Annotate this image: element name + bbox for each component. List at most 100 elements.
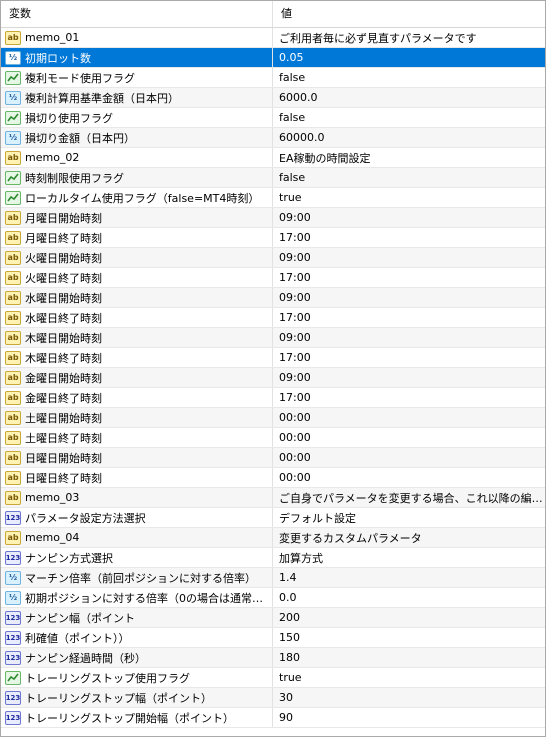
parameter-name-cell[interactable]: 複利モード使用フラグ: [1, 68, 273, 87]
parameter-value-cell[interactable]: 90: [273, 708, 545, 727]
parameter-row[interactable]: ab 金曜日終了時刻 17:00: [1, 388, 545, 408]
parameter-name-cell[interactable]: ab 火曜日終了時刻: [1, 268, 273, 287]
parameter-value[interactable]: 17:00: [279, 311, 311, 324]
parameter-row[interactable]: ab memo_04 変更するカスタムパラメータ: [1, 528, 545, 548]
parameter-name-cell[interactable]: ½ 初期ロット数: [1, 48, 273, 67]
parameter-value-cell[interactable]: 00:00: [273, 448, 545, 467]
parameter-name-cell[interactable]: ab 土曜日終了時刻: [1, 428, 273, 447]
parameter-row[interactable]: ½ 初期ロット数 0.05: [1, 48, 545, 68]
parameter-value[interactable]: true: [279, 671, 302, 684]
parameter-value-cell[interactable]: 00:00: [273, 408, 545, 427]
parameter-value-cell[interactable]: 17:00: [273, 348, 545, 367]
parameter-name-cell[interactable]: ab memo_04: [1, 528, 273, 547]
parameter-value[interactable]: 加算方式: [279, 550, 323, 566]
parameter-value-cell[interactable]: 17:00: [273, 268, 545, 287]
parameter-value[interactable]: 00:00: [279, 451, 311, 464]
parameter-value[interactable]: 17:00: [279, 351, 311, 364]
parameter-row[interactable]: ab 日曜日開始時刻 00:00: [1, 448, 545, 468]
parameter-name-cell[interactable]: ½ マーチン倍率（前回ポジションに対する倍率）: [1, 568, 273, 587]
parameter-row[interactable]: ½ 複利計算用基準金額（日本円） 6000.0: [1, 88, 545, 108]
parameter-row[interactable]: 複利モード使用フラグ false: [1, 68, 545, 88]
parameter-value[interactable]: 17:00: [279, 391, 311, 404]
parameter-name-cell[interactable]: ab 木曜日終了時刻: [1, 348, 273, 367]
parameter-row[interactable]: 123 ナンピン方式選択 加算方式: [1, 548, 545, 568]
parameter-row[interactable]: ab 土曜日終了時刻 00:00: [1, 428, 545, 448]
parameter-value[interactable]: false: [279, 111, 305, 124]
parameter-value[interactable]: 90: [279, 711, 293, 724]
parameter-row[interactable]: ab memo_01 ご利用者毎に必ず見直すパラメータです: [1, 28, 545, 48]
parameter-value-cell[interactable]: 180: [273, 648, 545, 667]
parameter-value-cell[interactable]: 09:00: [273, 208, 545, 227]
parameter-value[interactable]: ご利用者毎に必ず見直すパラメータです: [279, 30, 477, 46]
parameter-value[interactable]: 変更するカスタムパラメータ: [279, 530, 422, 546]
parameter-name-cell[interactable]: ab memo_03: [1, 488, 273, 507]
parameter-value-cell[interactable]: 17:00: [273, 308, 545, 327]
parameter-value[interactable]: 00:00: [279, 471, 311, 484]
parameter-value-cell[interactable]: 09:00: [273, 368, 545, 387]
parameter-name-cell[interactable]: ab 土曜日開始時刻: [1, 408, 273, 427]
parameter-name-cell[interactable]: ab memo_01: [1, 28, 273, 47]
parameter-row[interactable]: 123 ナンピン経過時間（秒） 180: [1, 648, 545, 668]
parameter-value[interactable]: 09:00: [279, 331, 311, 344]
parameter-value-cell[interactable]: 00:00: [273, 428, 545, 447]
parameter-value-cell[interactable]: 30: [273, 688, 545, 707]
parameter-row[interactable]: トレーリングストップ使用フラグ true: [1, 668, 545, 688]
parameter-name-cell[interactable]: ab 水曜日開始時刻: [1, 288, 273, 307]
parameter-value[interactable]: 60000.0: [279, 131, 325, 144]
parameter-name-cell[interactable]: 時刻制限使用フラグ: [1, 168, 273, 187]
parameter-row[interactable]: ab memo_03 ご自身でパラメータを変更する場合、これ以降の編集を...: [1, 488, 545, 508]
parameter-value-cell[interactable]: 0.0: [273, 588, 545, 607]
parameter-row[interactable]: ab 月曜日開始時刻 09:00: [1, 208, 545, 228]
parameter-name-cell[interactable]: 123 トレーリングストップ開始幅（ポイント）: [1, 708, 273, 727]
parameter-value[interactable]: true: [279, 191, 302, 204]
parameter-name-cell[interactable]: 123 トレーリングストップ幅（ポイント）: [1, 688, 273, 707]
parameter-name-cell[interactable]: ½ 損切り金額（日本円）: [1, 128, 273, 147]
parameter-name-cell[interactable]: ab 水曜日終了時刻: [1, 308, 273, 327]
parameter-value[interactable]: 1.4: [279, 571, 297, 584]
parameter-value-cell[interactable]: false: [273, 168, 545, 187]
parameter-value-cell[interactable]: true: [273, 188, 545, 207]
column-header-value[interactable]: 値: [273, 1, 545, 27]
parameter-value-cell[interactable]: ご自身でパラメータを変更する場合、これ以降の編集を...: [273, 488, 545, 507]
parameter-value[interactable]: 30: [279, 691, 293, 704]
parameter-row[interactable]: 123 ナンピン幅（ポイント 200: [1, 608, 545, 628]
parameter-name-cell[interactable]: ab 金曜日開始時刻: [1, 368, 273, 387]
parameter-row[interactable]: ab 木曜日開始時刻 09:00: [1, 328, 545, 348]
parameter-name-cell[interactable]: 123 ナンピン方式選択: [1, 548, 273, 567]
parameter-value[interactable]: 0.05: [279, 51, 304, 64]
parameter-name-cell[interactable]: ½ 初期ポジションに対する倍率（0の場合は通常の･..: [1, 588, 273, 607]
parameter-value[interactable]: 180: [279, 651, 300, 664]
parameter-row[interactable]: ab 木曜日終了時刻 17:00: [1, 348, 545, 368]
parameter-value-cell[interactable]: 1.4: [273, 568, 545, 587]
parameter-name-cell[interactable]: ローカルタイム使用フラグ（false=MT4時刻）: [1, 188, 273, 207]
parameter-value[interactable]: false: [279, 171, 305, 184]
parameter-value[interactable]: 09:00: [279, 211, 311, 224]
parameter-value-cell[interactable]: 0.05: [273, 48, 545, 67]
parameter-name-cell[interactable]: ab 火曜日開始時刻: [1, 248, 273, 267]
parameter-value[interactable]: 17:00: [279, 271, 311, 284]
parameter-row[interactable]: 時刻制限使用フラグ false: [1, 168, 545, 188]
parameter-name-cell[interactable]: ab 木曜日開始時刻: [1, 328, 273, 347]
parameter-row[interactable]: ab 水曜日終了時刻 17:00: [1, 308, 545, 328]
parameter-row[interactable]: 123 利確値（ポイント）） 150: [1, 628, 545, 648]
parameter-value-cell[interactable]: 150: [273, 628, 545, 647]
parameter-value-cell[interactable]: 変更するカスタムパラメータ: [273, 528, 545, 547]
parameter-value[interactable]: 0.0: [279, 591, 297, 604]
parameter-value-cell[interactable]: デフォルト設定: [273, 508, 545, 527]
parameter-row[interactable]: ローカルタイム使用フラグ（false=MT4時刻） true: [1, 188, 545, 208]
parameter-row[interactable]: 123 パラメータ設定方法選択 デフォルト設定: [1, 508, 545, 528]
column-header-variable[interactable]: 変数: [1, 1, 273, 27]
parameter-row[interactable]: ab 日曜日終了時刻 00:00: [1, 468, 545, 488]
parameter-value-cell[interactable]: false: [273, 108, 545, 127]
parameter-value-cell[interactable]: 09:00: [273, 288, 545, 307]
parameter-value[interactable]: 09:00: [279, 251, 311, 264]
parameter-row[interactable]: ab 火曜日終了時刻 17:00: [1, 268, 545, 288]
parameter-value[interactable]: 17:00: [279, 231, 311, 244]
parameter-name-cell[interactable]: ab memo_02: [1, 148, 273, 167]
parameter-name-cell[interactable]: 損切り使用フラグ: [1, 108, 273, 127]
parameter-value-cell[interactable]: 200: [273, 608, 545, 627]
parameter-value[interactable]: 00:00: [279, 411, 311, 424]
parameter-name-cell[interactable]: 123 ナンピン幅（ポイント: [1, 608, 273, 627]
parameter-value[interactable]: ご自身でパラメータを変更する場合、これ以降の編集を...: [279, 490, 545, 506]
parameter-value-cell[interactable]: false: [273, 68, 545, 87]
